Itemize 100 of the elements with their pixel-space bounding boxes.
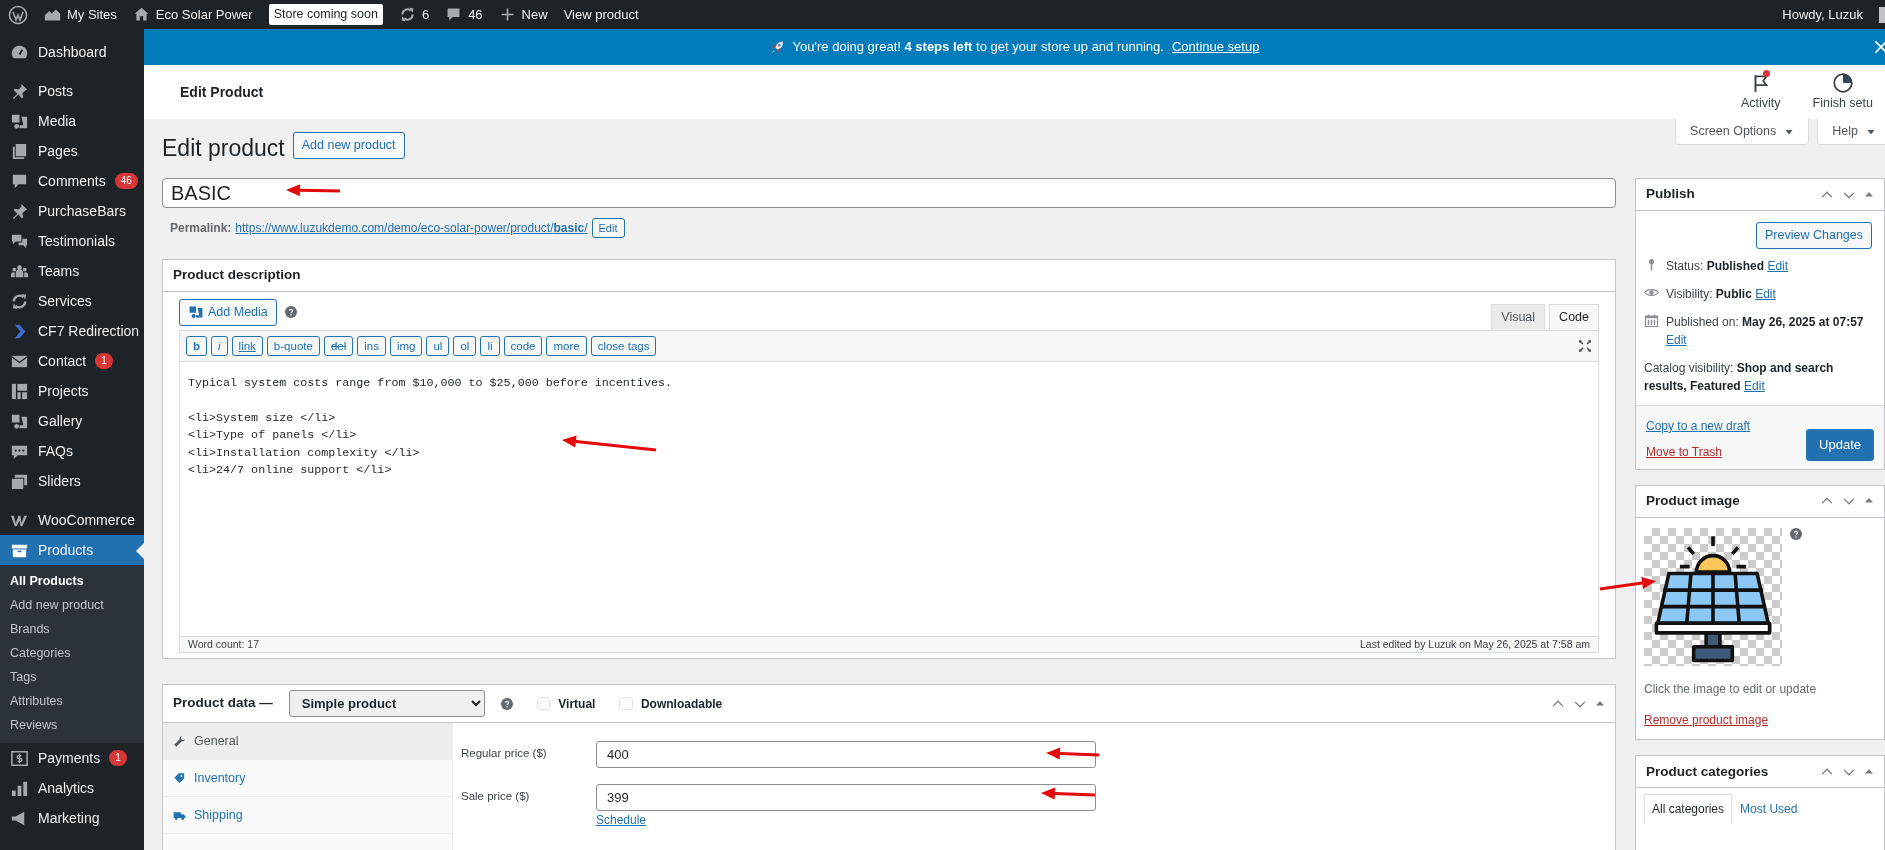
move-to-trash-link[interactable]: Move to Trash	[1646, 442, 1751, 461]
quicktag-button[interactable]: i	[211, 335, 228, 356]
submenu-item[interactable]: Brands	[0, 617, 144, 641]
logo-icon[interactable]	[8, 4, 28, 25]
box-title: Product data —	[173, 694, 273, 713]
rocket-icon	[769, 39, 785, 55]
sidebar-item[interactable]: Media	[0, 106, 144, 136]
product-data-tab[interactable]: General	[163, 723, 452, 760]
sidebar-item[interactable]: Contact 1	[0, 346, 144, 376]
annotation-arrow	[1046, 747, 1100, 760]
quicktag-button[interactable]: link	[231, 335, 263, 356]
submenu-item[interactable]: Reviews	[0, 713, 144, 737]
fullscreen-icon[interactable]	[1578, 338, 1592, 353]
price-field[interactable]: 400	[596, 741, 1096, 768]
admin-bar-link[interactable]: 6	[398, 4, 430, 25]
quicktag-button[interactable]: close tags	[590, 335, 657, 356]
title-field[interactable]: BASIC	[162, 178, 1616, 208]
pages-icon	[10, 141, 29, 161]
category-tab[interactable]: Most Used	[1732, 794, 1806, 825]
quicktag-button[interactable]: li	[480, 335, 500, 356]
header-action-button[interactable]: Activity	[1732, 71, 1789, 113]
permalink-label: Permalink:	[170, 220, 232, 237]
sidebar-item[interactable]: Payments 1	[0, 743, 144, 773]
sidebar-item[interactable]: Pages	[0, 136, 144, 166]
sidebar-item[interactable]: Sliders	[0, 466, 144, 496]
checkbox[interactable]	[619, 696, 633, 711]
sidebar-item[interactable]: PurchaseBars	[0, 196, 144, 226]
header-action-button[interactable]: Finish setu	[1804, 71, 1881, 113]
help-icon[interactable]	[284, 306, 297, 319]
close-icon[interactable]	[1873, 39, 1885, 55]
quicktag-button[interactable]: ins	[357, 335, 386, 356]
editor-tab[interactable]: Code	[1549, 304, 1599, 330]
submenu-item[interactable]: Attributes	[0, 689, 144, 713]
submenu-item[interactable]: Add new product	[0, 593, 144, 617]
sidebar-item[interactable]: Testimonials	[0, 226, 144, 256]
admin-bar-link[interactable]: New	[498, 4, 548, 25]
screen-tab-button[interactable]: Screen Options	[1675, 119, 1810, 145]
checkbox-label: Virtual	[558, 695, 596, 713]
sidebar-item[interactable]: Services	[0, 286, 144, 316]
submenu-item[interactable]: Tags	[0, 665, 144, 689]
quicktag-button[interactable]: ul	[426, 335, 450, 356]
quicktag-button[interactable]: ol	[453, 335, 477, 356]
quicktag-button[interactable]: code	[503, 335, 543, 356]
permalink-url-link[interactable]: https://www.luzukdemo.com/demo/eco-solar-power/product/basic/	[235, 219, 588, 237]
product-data-tab[interactable]: Shipping	[163, 797, 452, 834]
publish-detail-text: Status: Published Edit	[1666, 257, 1789, 275]
sidebar-item[interactable]: Teams	[0, 256, 144, 286]
editor-tab[interactable]: Visual	[1491, 304, 1546, 330]
submenu-item[interactable]: All Products	[0, 569, 144, 593]
help-icon[interactable]	[500, 697, 513, 710]
sidebar-item[interactable]: Comments 46	[0, 166, 144, 196]
sidebar-item[interactable]: FAQs	[0, 436, 144, 466]
quicktag-button[interactable]: img	[389, 335, 423, 356]
page-header-title: Edit Product	[180, 82, 264, 102]
quicktag-button[interactable]: del	[323, 335, 354, 356]
box-title: Product description	[173, 266, 301, 285]
edit-link[interactable]: Edit	[1744, 378, 1765, 393]
preview-changes-button[interactable]: Preview Changes	[1756, 222, 1872, 249]
remove-image-link[interactable]: Remove product image	[1644, 712, 1769, 727]
admin-bar-link[interactable]: My Sites	[44, 4, 117, 25]
price-field[interactable]: 399	[596, 784, 1096, 811]
edit-link[interactable]: Edit	[1767, 258, 1789, 273]
help-icon[interactable]	[1790, 527, 1802, 540]
submenu-item[interactable]: Categories	[0, 641, 144, 665]
screen-tab-button[interactable]: Help	[1817, 119, 1885, 145]
product-type-select[interactable]: Simple product	[288, 690, 485, 717]
admin-bar-link[interactable]: Eco Solar Power	[132, 4, 253, 25]
category-tab[interactable]: All categories	[1644, 794, 1733, 825]
sidebar-item[interactable]: CF7 Redirection	[0, 316, 144, 346]
editor-textarea[interactable]: Typical system costs range from $10,000 to $25,000 before incentives. <li>System size </li> <li>Type of panels </li> <li>Installation complexity </li> <li>24/7 online support </li>	[179, 361, 1599, 637]
avatar	[1879, 6, 1885, 23]
product-data-tab[interactable]: Inventory	[163, 760, 452, 797]
admin-bar-link[interactable]: 46	[445, 4, 483, 25]
add-new-product-button[interactable]: Add new product	[292, 132, 405, 159]
quicktag-button[interactable]: b	[186, 335, 208, 356]
sidebar-item[interactable]: Products	[0, 535, 144, 565]
quicktag-button[interactable]: b-quote	[266, 335, 320, 356]
sidebar-item[interactable]: Analytics	[0, 773, 144, 803]
copy-draft-link[interactable]: Copy to a new draft	[1646, 416, 1751, 435]
update-button[interactable]: Update	[1806, 429, 1874, 461]
sidebar-item[interactable]: Posts	[0, 76, 144, 106]
schedule-link[interactable]: Schedule	[596, 811, 1096, 829]
publish-detail-text: Catalog visibility: Shop and search results, Featured Edit	[1644, 359, 1835, 395]
annotation-arrow	[286, 184, 341, 197]
sidebar-item[interactable]: Gallery	[0, 406, 144, 436]
continue-setup-link[interactable]: Continue setup	[1171, 37, 1260, 57]
checkbox[interactable]	[536, 696, 551, 711]
solar-panel-image[interactable]	[1644, 527, 1782, 666]
sidebar-item[interactable]: Dashboard	[0, 37, 144, 67]
sidebar-item[interactable]: Marketing	[0, 803, 144, 833]
edit-link[interactable]: Edit	[1755, 286, 1776, 301]
sidebar-item[interactable]: WooCommerce	[0, 505, 144, 535]
edit-permalink-button[interactable]: Edit	[591, 217, 625, 239]
admin-bar-link[interactable]: View product	[563, 4, 639, 25]
quicktag-button[interactable]: more	[546, 335, 587, 356]
greeting-link[interactable]: Howdy, Luzuk	[1782, 4, 1863, 25]
sidebar-item[interactable]: Projects	[0, 376, 144, 406]
edit-link[interactable]: Edit	[1666, 332, 1687, 347]
add-media-button[interactable]: Add Media	[179, 299, 277, 326]
annotation-arrow	[1041, 787, 1096, 800]
